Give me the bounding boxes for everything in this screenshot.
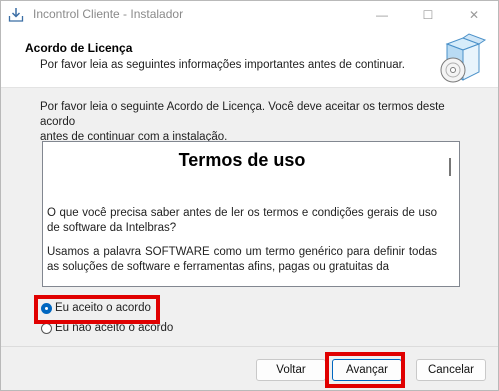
software-box-cd-icon — [433, 32, 489, 86]
installer-icon — [8, 7, 24, 23]
page-title: Acordo de Licença — [25, 41, 133, 55]
close-button[interactable]: ✕ — [451, 1, 497, 29]
accept-highlight-box — [34, 295, 160, 324]
license-intro: Por favor leia o seguinte Acordo de Lice… — [40, 100, 460, 145]
installer-window: Incontrol Cliente - Instalador — ☐ ✕ Aco… — [0, 0, 499, 391]
terms-heading: Termos de uso — [178, 150, 306, 170]
page-subtitle: Por favor leia as seguintes informações … — [40, 59, 406, 71]
title-bar: Incontrol Cliente - Instalador — ☐ ✕ — [1, 1, 498, 29]
window-title: Incontrol Cliente - Instalador — [33, 7, 184, 21]
next-highlight-box — [325, 352, 405, 388]
radio-unchecked-icon[interactable] — [41, 322, 52, 334]
license-terms-viewport: Termos de uso O que você precisa saber a… — [43, 142, 441, 286]
footer-divider — [1, 346, 498, 347]
minimize-button[interactable]: — — [359, 1, 405, 29]
terms-paragraph-2: Usamos a palavra SOFTWARE como um termo … — [47, 246, 437, 273]
terms-scrollbar-thumb[interactable] — [449, 158, 451, 176]
back-button[interactable]: Voltar — [256, 359, 326, 381]
wizard-header: Acordo de Licença Por favor leia as segu… — [1, 29, 498, 88]
terms-scrollbar[interactable] — [442, 142, 459, 286]
cancel-button[interactable]: Cancelar — [416, 359, 486, 381]
maximize-button[interactable]: ☐ — [405, 1, 451, 29]
terms-paragraph-1: O que você precisa saber antes de ler os… — [47, 207, 437, 234]
license-intro-line-1: Por favor leia o seguinte Acordo de Lice… — [40, 101, 445, 128]
license-terms-textbox[interactable]: Termos de uso O que você precisa saber a… — [42, 141, 460, 287]
